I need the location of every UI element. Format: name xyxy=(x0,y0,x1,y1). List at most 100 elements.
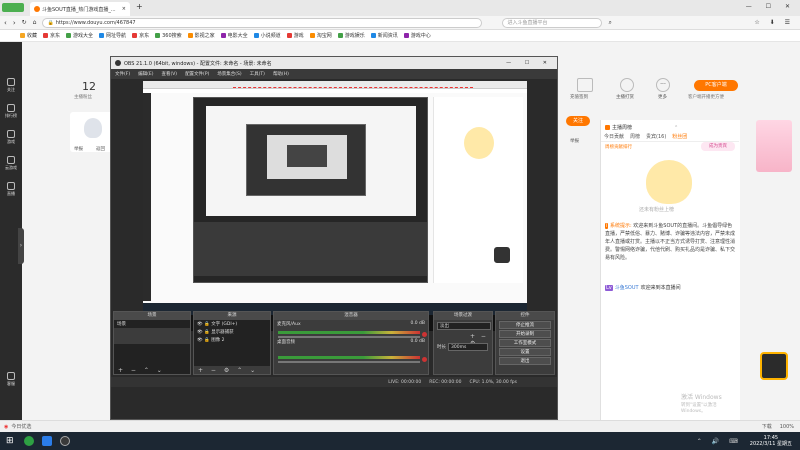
window-controls[interactable]: — ☐ ✕ xyxy=(746,3,796,10)
browser-toolbar-icons[interactable]: ☆ ⬇ ☰ xyxy=(754,19,794,26)
obs-taskbar-icon[interactable] xyxy=(59,436,70,446)
menu-profile[interactable]: 配置文件(P) xyxy=(185,71,209,77)
recharge-label[interactable]: 充值签到 xyxy=(570,94,588,100)
bookmark-item[interactable]: 360搜索 xyxy=(155,32,182,39)
tray-icons[interactable]: ⌃ 🔊 ⌨ xyxy=(697,438,742,445)
search-icon[interactable]: ⌕ xyxy=(608,19,611,27)
menu-view[interactable]: 查看(V) xyxy=(161,71,177,77)
menu-edit[interactable]: 编辑(E) xyxy=(138,71,153,77)
close-tab-icon[interactable]: × xyxy=(122,6,126,12)
forward-icon[interactable]: › xyxy=(13,19,16,27)
zoom-level[interactable]: 100% xyxy=(780,424,794,430)
transition-select[interactable]: 淡出 xyxy=(437,322,491,330)
download-label[interactable]: 下载 xyxy=(762,423,772,430)
bookmark-item[interactable]: 游戏娱乐 xyxy=(337,32,365,39)
source-item[interactable]: 👁 🔒 文字 (GDI+) xyxy=(194,320,270,328)
sidebar-item-rank[interactable]: 排行榜 xyxy=(0,104,22,119)
pc-client-button[interactable]: PC客户端 xyxy=(694,80,738,91)
welcome-user[interactable]: 斗鱼SOUT xyxy=(615,284,639,291)
rank-toggle[interactable]: ⌃ xyxy=(674,125,678,131)
desktop-volume-slider[interactable] xyxy=(278,361,420,363)
report-button[interactable]: 举报 xyxy=(570,138,579,144)
bookmark-item[interactable]: 新闻资讯 xyxy=(370,32,398,39)
become-vip-button[interactable]: 成为贵宾 xyxy=(701,142,735,151)
nested-preview-inner xyxy=(246,124,366,196)
settings-button[interactable]: 设置 xyxy=(499,348,551,356)
tab-fans[interactable]: 粉丝团 xyxy=(669,132,690,141)
browser-tab[interactable]: 斗鱼SOUT直播_热门游戏直播_... × xyxy=(30,2,130,16)
follow-button[interactable]: 关注 xyxy=(566,116,590,126)
bookmark-item[interactable]: 淘宝网 xyxy=(309,32,332,39)
menu-file[interactable]: 文件(F) xyxy=(115,71,130,77)
rank-contrib-link[interactable]: 周榜贡献排行 xyxy=(605,144,632,150)
bookmark-item[interactable]: 小说频道 xyxy=(253,32,281,39)
scene-toolbar[interactable]: + − ⌃ ⌄ xyxy=(118,367,165,374)
studio-mode-button[interactable]: 工作室模式 xyxy=(499,339,551,347)
tab-week[interactable]: 周榜 xyxy=(627,132,643,141)
game-ad-icon[interactable] xyxy=(760,352,788,380)
sidebar-item-follow[interactable]: 关注 xyxy=(0,78,22,93)
tip-icon[interactable] xyxy=(620,78,634,92)
search-input[interactable]: 进入斗鱼直播平台 xyxy=(502,17,603,28)
mic-level-meter xyxy=(278,331,420,334)
menu-help[interactable]: 帮助(H) xyxy=(273,71,289,77)
preview-right-panel xyxy=(433,97,523,283)
cloud-icon xyxy=(7,156,15,164)
bookmark-item[interactable]: 影视之家 xyxy=(187,32,215,39)
home-icon[interactable]: ⌂ xyxy=(33,19,37,26)
bookmark-item[interactable]: 网址导航 xyxy=(99,32,126,39)
recharge-icon[interactable] xyxy=(577,78,593,92)
desktop-mute-icon[interactable] xyxy=(422,357,427,362)
sidebar-item-live[interactable]: 直播 xyxy=(0,182,22,197)
sidebar-item-cloud-games[interactable]: 云游戏 xyxy=(0,156,22,171)
bookmark-item[interactable]: 电影大全 xyxy=(220,32,248,39)
tab-today[interactable]: 今日贡献 xyxy=(601,132,627,141)
sidebar-collapse-toggle[interactable]: › xyxy=(18,228,24,264)
report-label[interactable]: 举报 xyxy=(74,146,83,152)
more-label[interactable]: 更多 xyxy=(658,94,667,100)
source-item[interactable]: 👁 🔒 图像 2 xyxy=(194,336,270,344)
obs-status-bar: LIVE: 00:00:00 REC: 00:00:00 CPU: 1.0%, … xyxy=(111,377,557,387)
obs-window-controls[interactable]: — ☐ ✕ xyxy=(506,60,553,66)
more-icon[interactable]: ··· xyxy=(656,78,670,92)
tab-vip[interactable]: 贵宾(16) xyxy=(643,132,669,141)
refresh-icon[interactable]: ↻ xyxy=(22,19,27,26)
start-icon[interactable]: ⊞ xyxy=(6,436,14,446)
bookmark-item[interactable]: 京东 xyxy=(43,32,60,39)
bookmark-item[interactable]: 收藏 xyxy=(20,32,37,39)
sidebar-item-games[interactable]: 游戏 xyxy=(0,130,22,145)
new-tab-button[interactable]: + xyxy=(136,2,143,11)
exit-button[interactable]: 退出 xyxy=(499,357,551,365)
scene-item[interactable]: 场景 xyxy=(114,320,190,328)
start-recording-button[interactable]: 开始录制 xyxy=(499,330,551,338)
bookmark-item[interactable]: 游戏中心 xyxy=(403,32,431,39)
bookmark-item[interactable]: 游戏 xyxy=(286,32,304,39)
mic-mute-icon[interactable] xyxy=(422,332,427,337)
ad-banner-image[interactable] xyxy=(756,120,792,172)
mic-volume-slider[interactable] xyxy=(278,336,420,338)
source-item[interactable]: 👁 🔒 显示器捕获 xyxy=(194,328,270,336)
back-icon[interactable]: ‹ xyxy=(4,19,7,27)
explorer-taskbar-icon[interactable] xyxy=(41,436,52,446)
status-left-text[interactable]: 今日优选 xyxy=(11,423,31,430)
menu-tools[interactable]: 工具(T) xyxy=(250,71,265,77)
sidebar-item-service[interactable]: 客服 xyxy=(0,372,22,387)
bookmark-icon xyxy=(286,33,292,38)
browser-logo[interactable] xyxy=(2,3,24,12)
browser-taskbar-icon[interactable] xyxy=(23,436,34,446)
back-label[interactable]: 返回 xyxy=(96,146,105,152)
menu-scene-collection[interactable]: 场景集合(S) xyxy=(217,71,241,77)
tip-label[interactable]: 主播打赏 xyxy=(616,94,634,100)
duration-label: 时长 xyxy=(437,345,446,350)
stop-streaming-button[interactable]: 停止推流 xyxy=(499,321,551,329)
rank-icon xyxy=(605,125,610,130)
url-input[interactable]: 🔒 https://www.douyu.com/467847 xyxy=(42,17,483,28)
bookmark-item[interactable]: 京东 xyxy=(132,32,149,39)
taskbar-clock[interactable]: 17:45 2022/3/11 星期五 xyxy=(750,435,792,447)
duration-input[interactable]: 300ms xyxy=(448,343,488,351)
left-sidebar: 关注 排行榜 游戏 云游戏 直播 客服 › xyxy=(0,42,24,420)
source-toolbar[interactable]: + − ⚙ ⌃ ⌄ xyxy=(198,367,258,374)
bookmark-item[interactable]: 游戏大全 xyxy=(66,32,93,39)
obs-preview-canvas[interactable] xyxy=(143,81,527,331)
bookmark-icon xyxy=(155,33,161,38)
